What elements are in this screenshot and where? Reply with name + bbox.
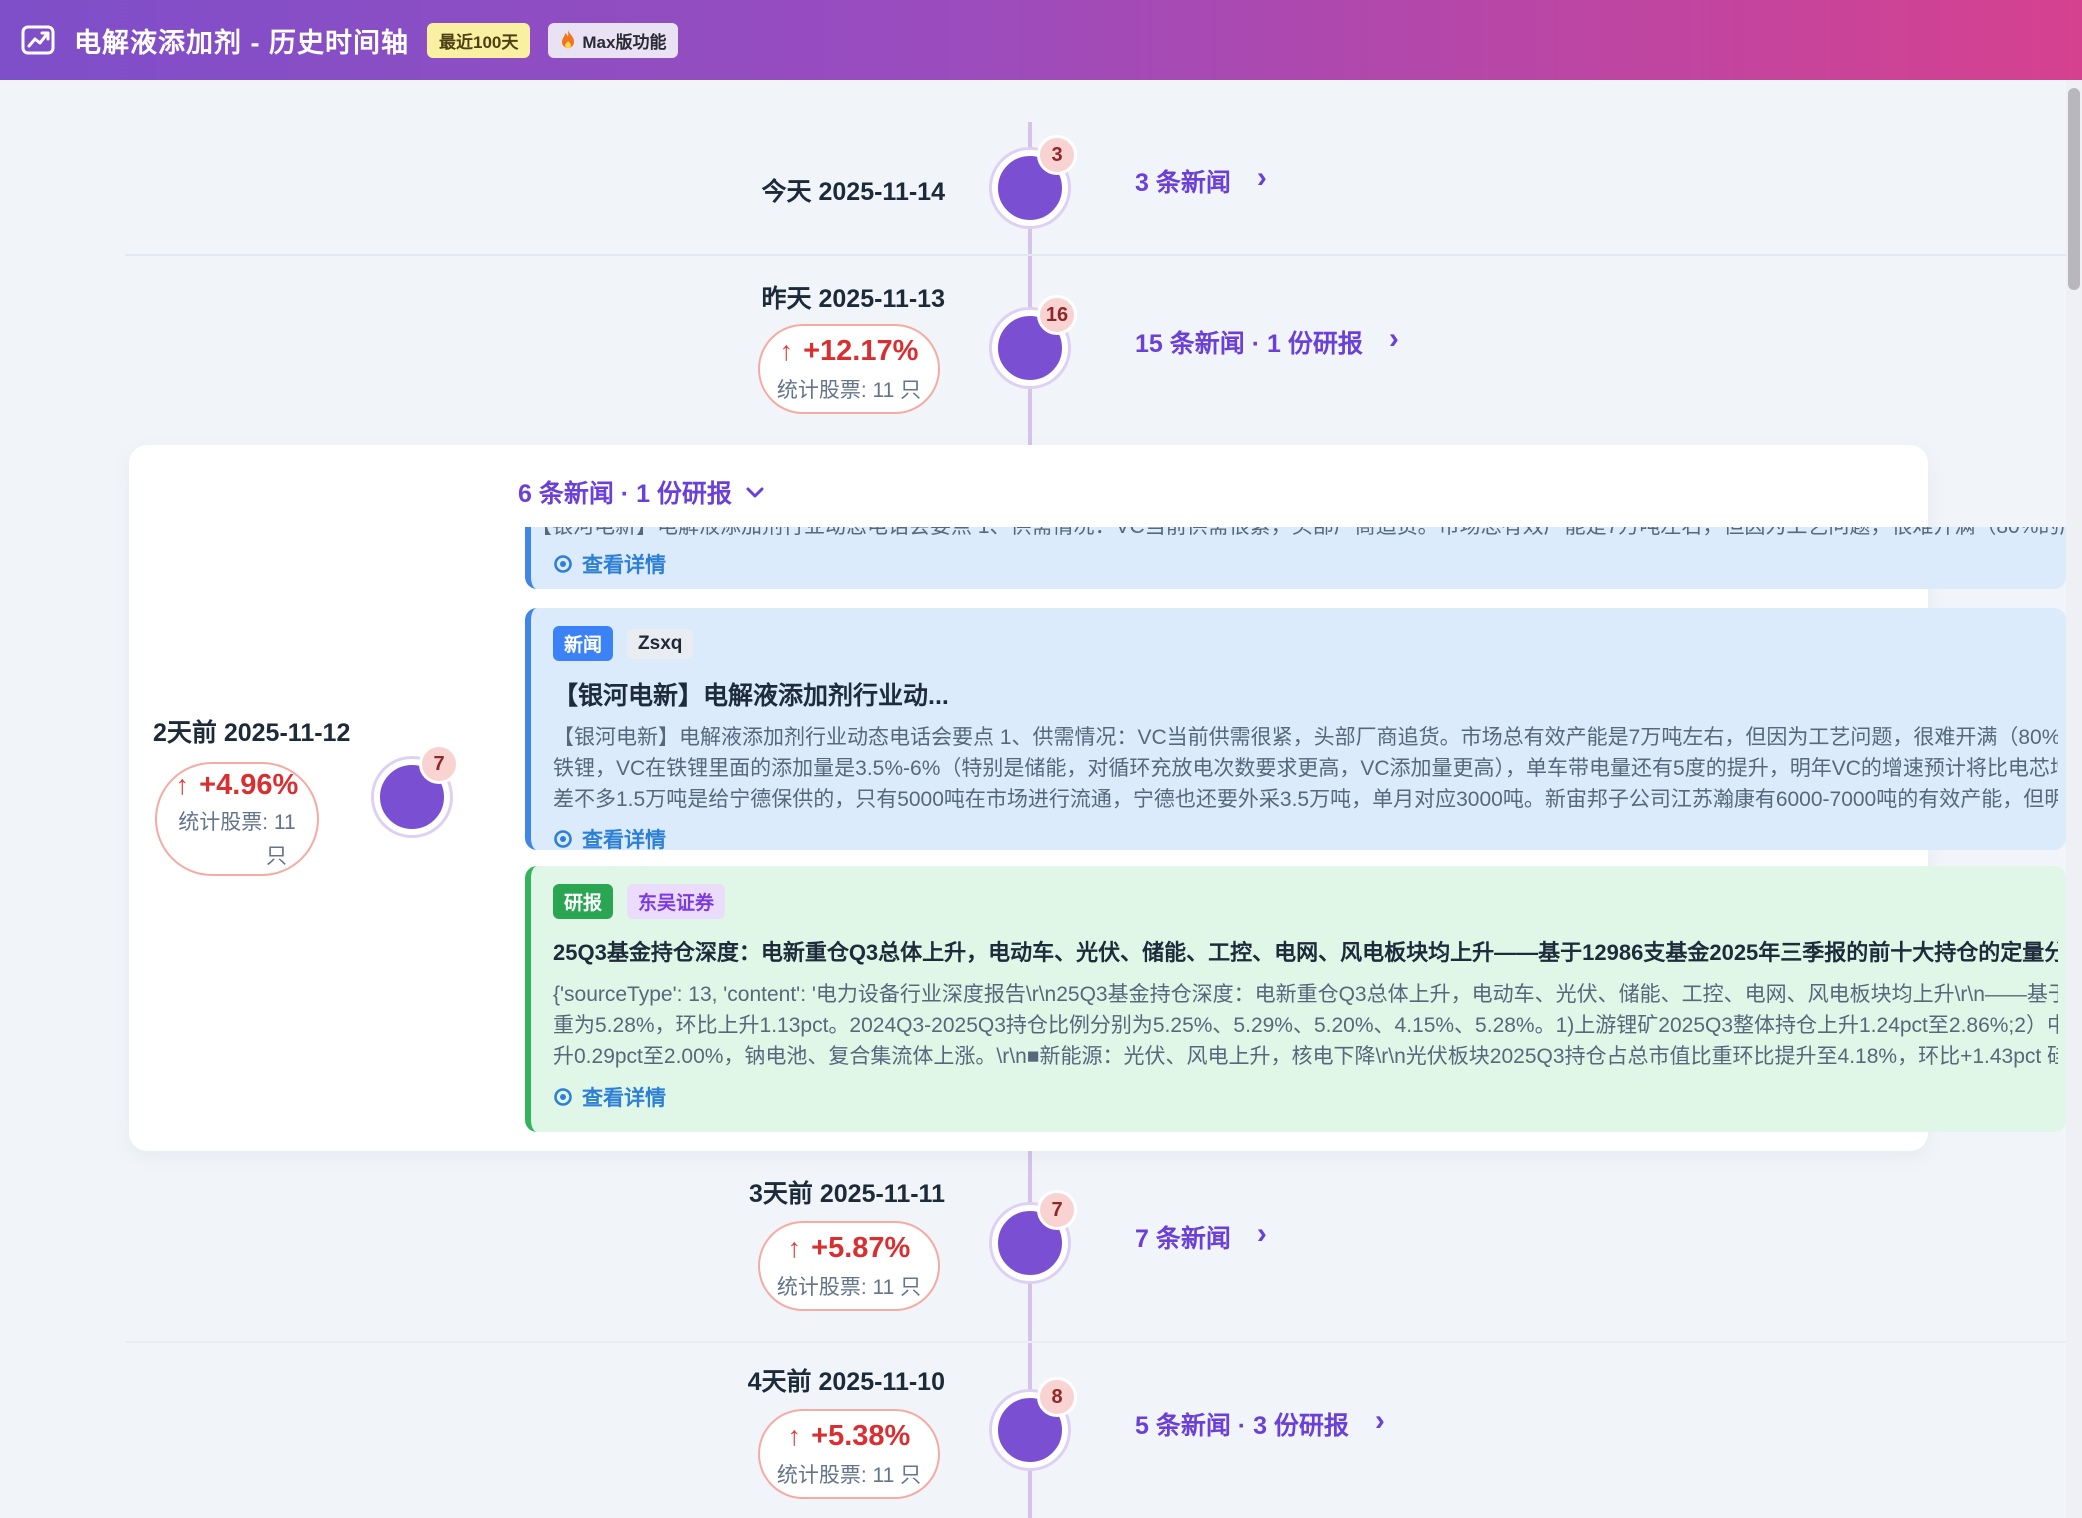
page-title: 电解液添加剂 - 历史时间轴 <box>74 21 409 60</box>
stocks-count: 统计股票: 11 只 <box>777 1459 921 1489</box>
clipped-text: 【银河电新】电解液添加剂行业动态电话会要点 1、供需情况：VC当前供需很紧，头部… <box>531 527 2066 539</box>
news-source-badge: Zsxq <box>627 629 693 659</box>
row-summary-link[interactable]: 15 条新闻 · 1 份研报 › <box>1135 319 1399 365</box>
fire-icon <box>560 30 576 50</box>
news-card[interactable]: 新闻 Zsxq 【银河电新】电解液添加剂行业动... 【银河电新】电解液添加剂行… <box>525 608 2066 850</box>
row-date: 今天 2025-11-14 <box>645 172 945 208</box>
timeline-page: 电解液添加剂 - 历史时间轴 最近100天 Max版功能 今天 2025-11-… <box>0 0 2082 1518</box>
change-pill: ↑ +5.38% 统计股票: 11 只 <box>758 1409 940 1499</box>
days-range-badge: 最近100天 <box>427 23 530 58</box>
report-body-line: {'sourceType': 13, 'content': '电力设备行业深度报… <box>553 979 2058 1010</box>
change-pill: ↑ +5.87% 统计股票: 11 只 <box>758 1221 940 1311</box>
up-arrow-icon: ↑ <box>780 336 794 367</box>
scrollbar-thumb[interactable] <box>2068 88 2080 290</box>
node-count-badge: 16 <box>1037 295 1077 335</box>
news-title: 【银河电新】电解液添加剂行业动... <box>553 676 2058 712</box>
change-percent: +5.38% <box>811 1420 910 1453</box>
news-body-line: 铁锂，VC在铁锂里面的添加量是3.5%-6%（特别是储能，对循环充放电次数要求更… <box>553 753 2058 784</box>
node-count-badge: 3 <box>1037 135 1077 175</box>
node-count-badge: 7 <box>1037 1190 1077 1230</box>
up-arrow-icon: ↑ <box>788 1421 802 1452</box>
header-bar: 电解液添加剂 - 历史时间轴 最近100天 Max版功能 <box>0 0 2082 80</box>
report-body-line: 升0.29pct至2.00%，钠电池、复合集流体上涨。\r\n■新能源：光伏、风… <box>553 1041 2058 1072</box>
view-details-link[interactable]: 查看详情 <box>553 549 2066 579</box>
change-percent: +4.96% <box>199 769 298 802</box>
report-title: 25Q3基金持仓深度：电新重仓Q3总体上升，电动车、光伏、储能、工控、电网、风电… <box>553 935 2058 967</box>
row-summary-link[interactable]: 5 条新闻 · 3 份研报 › <box>1135 1401 1385 1447</box>
row-date: 2天前 2025-11-12 <box>153 713 350 749</box>
up-arrow-icon: ↑ <box>176 770 190 801</box>
view-details-link[interactable]: 查看详情 <box>553 1082 2058 1112</box>
row-date: 4天前 2025-11-10 <box>645 1362 945 1398</box>
row-divider <box>125 1341 2066 1343</box>
row-summary-link[interactable]: 7 条新闻 › <box>1135 1214 1267 1260</box>
stocks-count: 统计股票: 11 只 <box>777 374 921 404</box>
node-count-badge: 7 <box>419 744 459 784</box>
eye-icon <box>553 1087 573 1107</box>
panel-summary-toggle[interactable]: 6 条新闻 · 1 份研报 <box>518 474 764 510</box>
report-card[interactable]: 研报 东吴证券 25Q3基金持仓深度：电新重仓Q3总体上升，电动车、光伏、储能、… <box>525 866 2066 1132</box>
chevron-right-icon: › <box>1375 1406 1385 1436</box>
chevron-right-icon: › <box>1257 163 1267 193</box>
up-arrow-icon: ↑ <box>788 1233 802 1264</box>
change-pill: ↑ +4.96% 统计股票: 11 只 <box>155 762 319 876</box>
node-count-badge: 8 <box>1037 1377 1077 1417</box>
row-date: 昨天 2025-11-13 <box>645 279 945 315</box>
max-feature-badge: Max版功能 <box>548 23 678 58</box>
change-pill: ↑ +12.17% 统计股票: 11 只 <box>758 324 940 414</box>
report-type-badge: 研报 <box>553 884 613 919</box>
news-body-line: 【银河电新】电解液添加剂行业动态电话会要点 1、供需情况：VC当前供需很紧，头部… <box>553 722 2058 753</box>
stocks-count: 统计股票: 11 <box>178 806 295 836</box>
change-percent: +12.17% <box>803 335 918 368</box>
chevron-right-icon: › <box>1389 324 1399 354</box>
report-source-badge: 东吴证券 <box>627 884 725 919</box>
news-body-line: 差不多1.5万吨是给宁德保供的，只有5000吨在市场进行流通，宁德也还要外采3.… <box>553 784 2058 815</box>
news-type-badge: 新闻 <box>553 626 613 661</box>
chevron-right-icon: › <box>1257 1219 1267 1249</box>
chevron-down-icon <box>746 487 764 498</box>
eye-icon <box>553 554 573 574</box>
view-details-link[interactable]: 查看详情 <box>553 824 2058 850</box>
row-date: 3天前 2025-11-11 <box>645 1174 945 1210</box>
scrollbar-track[interactable] <box>2066 80 2082 1518</box>
row-divider <box>125 254 2066 256</box>
row-summary-link[interactable]: 3 条新闻 › <box>1135 158 1267 204</box>
report-body-line: 重为5.28%，环比上升1.13pct。2024Q3-2025Q3持仓比例分别为… <box>553 1010 2058 1041</box>
change-percent: +5.87% <box>811 1232 910 1265</box>
chart-trend-icon <box>20 22 56 58</box>
stocks-count: 统计股票: 11 只 <box>777 1271 921 1301</box>
eye-icon <box>553 829 573 849</box>
news-card-partial[interactable]: 【银河电新】电解液添加剂行业动态电话会要点 1、供需情况：VC当前供需很紧，头部… <box>525 527 2066 589</box>
stocks-count-unit: 只 <box>266 840 317 870</box>
